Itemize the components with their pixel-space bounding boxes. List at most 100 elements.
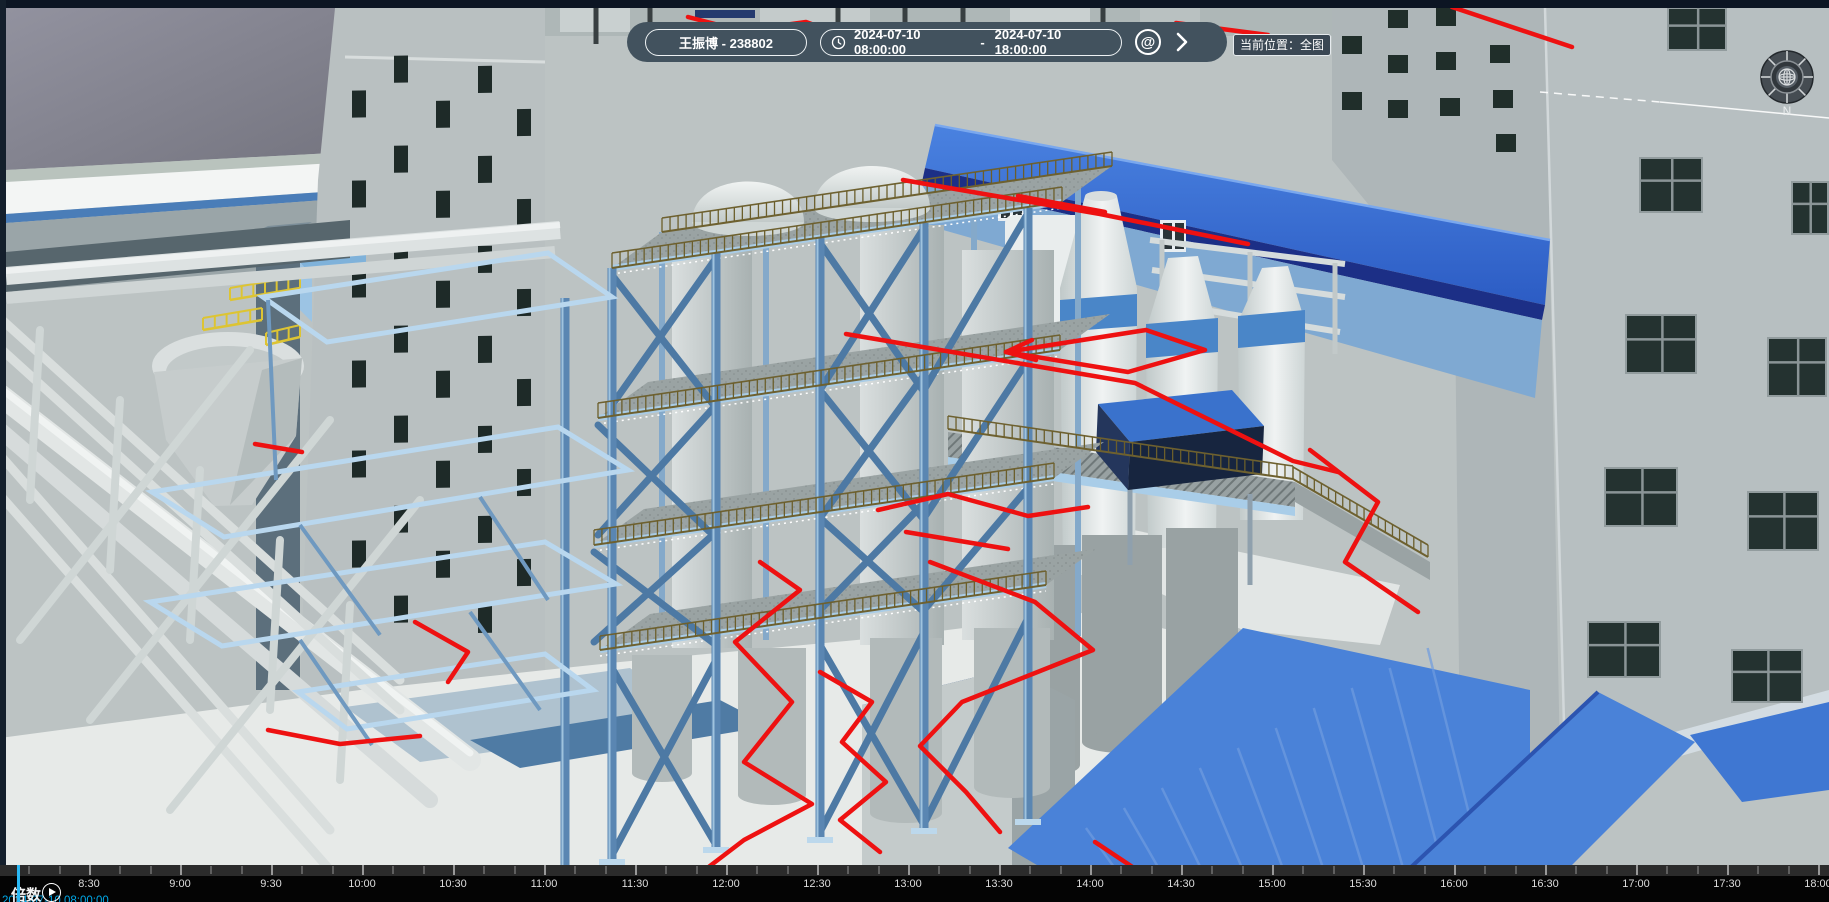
timeline-tick [514,866,516,874]
timeline-tick-label: 14:30 [1167,878,1195,890]
timeline-tick [362,865,364,875]
timeline-tick [392,866,394,874]
timeline-tick [544,865,546,875]
compass-gizmo[interactable]: N [1753,43,1821,119]
timeline-tick [1120,866,1122,874]
locate-button[interactable]: @ [1135,29,1161,55]
next-button[interactable] [1171,31,1193,53]
timeline-tick [605,866,607,874]
timeline-tick-label: 12:30 [803,878,831,890]
timeline-tick [1727,865,1729,875]
timeline-tick [180,865,182,875]
location-badge: 当前位置：全图 [1233,34,1331,56]
timeline-tick [938,866,940,874]
timeline-tick-label: 15:00 [1258,878,1286,890]
person-label: 王振博 - 238802 [679,33,773,52]
timeline-tick [1515,866,1517,874]
timeline-tick [1242,866,1244,874]
timeline-tick-label: 10:30 [439,878,467,890]
timeline-tick [726,865,728,875]
timeline-tick [1788,866,1790,874]
timeline-tick [1272,865,1274,875]
timeline-tick-label: 13:00 [894,878,922,890]
timeline-tick [1393,866,1395,874]
timeline-bar: 8:30 9:00 9:30 10:00 10:30 11:00 11:30 12:00 12:… [0,865,1829,902]
timeline-tick-label: 17:00 [1622,878,1650,890]
timeline-tick [1424,866,1426,874]
timeline-tick [665,866,667,874]
timeline-tick [1090,865,1092,875]
play-icon [49,888,56,896]
timeline-tick [301,866,303,874]
timeline-tick [483,866,485,874]
frame-top [0,0,1829,8]
timeline-tick [908,865,910,875]
speed-multiplier-button[interactable]: 倍数 [11,884,41,902]
timeline-tick-label: 14:00 [1076,878,1104,890]
compass-north-label: N [1783,104,1792,118]
timeline-tick [574,866,576,874]
timeline-tick [1211,866,1213,874]
timeline-tick [210,866,212,874]
app-window: 王振博 - 238802 2024-07-10 08:00:00 - 2024-… [0,0,1829,902]
timeline-tick-label: 18:00 [1804,878,1829,890]
chevron-right-icon [1175,32,1189,52]
timeline-tick [1454,865,1456,875]
timeline-tick [1606,866,1608,874]
timeline-tick [756,866,758,874]
timeline-tick [89,865,91,875]
timeline-tick-label: 17:30 [1713,878,1741,890]
timeline-tick [1697,866,1699,874]
globe-icon [1779,69,1795,85]
timeline-tick [150,866,152,874]
timeline-tick-label: 12:00 [712,878,740,890]
timeline-tick [119,866,121,874]
timeline-tick-label: 8:30 [78,878,99,890]
timeline-tick [1818,865,1820,875]
timeline-tick [969,866,971,874]
timeline-tick [787,866,789,874]
timeline-tick-label: 11:30 [622,878,649,890]
timeline-tick [332,866,334,874]
frame-left [0,0,6,902]
timeline-tick [28,866,30,874]
play-button[interactable] [42,883,61,902]
timeline-tick-label: 11:00 [531,878,558,890]
timeline-tick [1151,866,1153,874]
timeline-tick [1060,866,1062,874]
timeline-tick [1575,866,1577,874]
timeline-tick [1636,865,1638,875]
timeline-tick [878,866,880,874]
timeline-tick [59,866,61,874]
timeline-tick [1302,866,1304,874]
timeline-tick [1029,866,1031,874]
timeline-tick-label: 10:00 [348,878,376,890]
timeline-tick [847,866,849,874]
time-range-picker[interactable]: 2024-07-10 08:00:00 - 2024-07-10 18:00:0… [820,29,1122,56]
timeline-tick [1484,866,1486,874]
timeline-tick [817,865,819,875]
timeline-tick [999,865,1001,875]
timeline-tick-label: 9:00 [169,878,190,890]
timeline-tick [696,866,698,874]
timeline-tick [1181,865,1183,875]
timeline-tick-label: 15:30 [1349,878,1377,890]
timeline-tick [1333,866,1335,874]
timeline-tick [635,865,637,875]
locate-icon: @ [1141,34,1156,51]
timeline-tick [423,866,425,874]
toolbar: 王振博 - 238802 2024-07-10 08:00:00 - 2024-… [627,22,1227,62]
scene-3d-viewport[interactable] [0,0,1829,902]
timeline-tick [453,865,455,875]
building-center [300,8,545,692]
timeline-tick-label: 9:30 [260,878,281,890]
timeline-tick-label: 13:30 [985,878,1013,890]
timeline-ruler[interactable] [0,865,1829,876]
timeline-playhead[interactable] [17,865,20,902]
timeline-tick [1757,866,1759,874]
time-separator: - [980,35,984,50]
timeline-tick-label: 16:00 [1440,878,1468,890]
person-selector[interactable]: 王振博 - 238802 [645,29,807,56]
time-start: 2024-07-10 08:00:00 [854,27,970,57]
clock-icon [831,35,846,50]
